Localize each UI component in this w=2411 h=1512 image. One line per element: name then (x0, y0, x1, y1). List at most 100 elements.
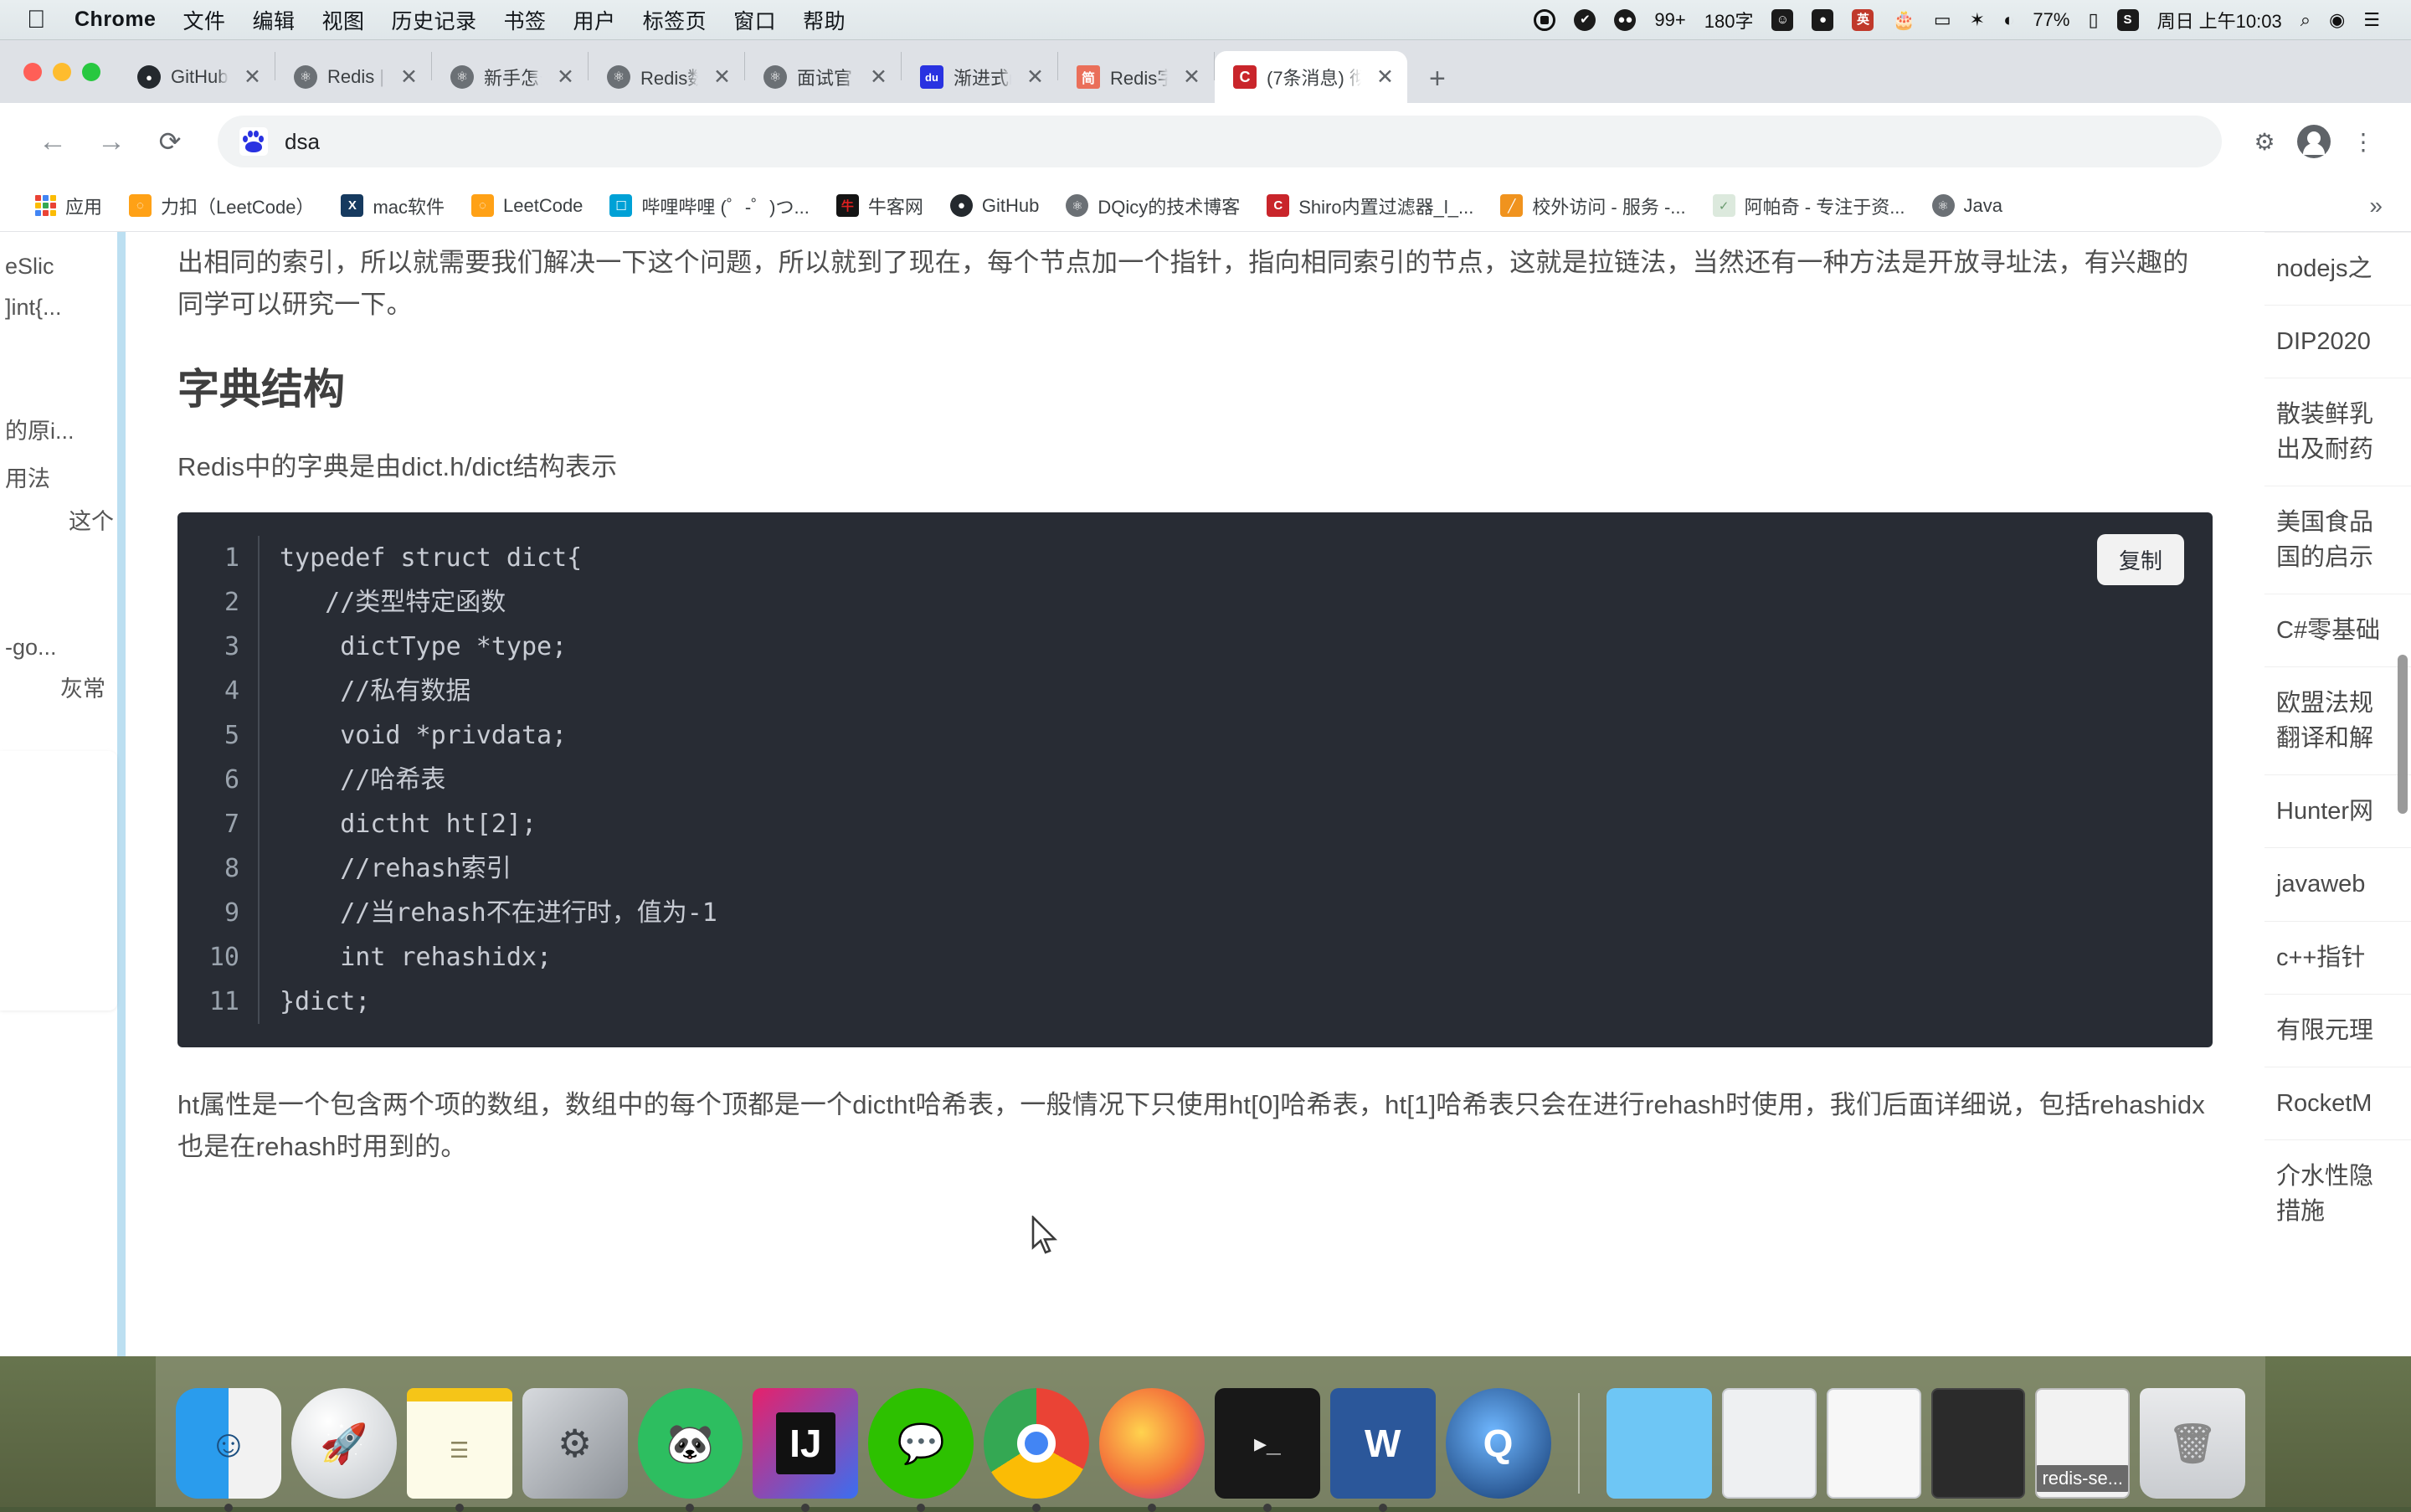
menu-item-tab[interactable]: 标签页 (630, 5, 721, 35)
new-tab-button[interactable]: + (1407, 64, 1468, 93)
sidebar-recommendation[interactable]: 欧盟法规 翻译和解 (2264, 666, 2411, 774)
bookmark-leetcode-cn[interactable]: ◌ 力扣（LeetCode） (116, 193, 327, 219)
dock-app-finder[interactable]: ☺ (176, 1388, 281, 1512)
tab-close-icon[interactable]: ✕ (1371, 66, 1399, 88)
tab-close-icon[interactable]: ✕ (552, 66, 579, 88)
sogou-icon[interactable]: S (2108, 8, 2148, 31)
browser-tab[interactable]: 简 Redis字典的渐进 ✕ (1058, 51, 1214, 103)
bookmark-apps[interactable]: 应用 (22, 193, 116, 219)
bluetooth-icon[interactable]: ✶ (1961, 9, 1994, 31)
browser-tab[interactable]: du 渐进式rehash_百 ✕ (902, 51, 1057, 103)
bookmark-offcampus-access[interactable]: ╱ 校外访问 - 服务 -... (1487, 193, 1699, 219)
forward-button[interactable]: → (82, 126, 141, 158)
browser-tab[interactable]: ⚛ Redis数据库管理 ✕ (589, 51, 744, 103)
menu-app-name[interactable]: Chrome (61, 8, 169, 32)
bookmark-nowcoder[interactable]: 牛 牛客网 (823, 193, 937, 219)
bookmark-leetcode[interactable]: ◌ LeetCode (458, 194, 596, 217)
battery-icon[interactable]: ▯ (2079, 9, 2107, 31)
menu-item-edit[interactable]: 编辑 (239, 5, 308, 35)
sidebar-recommendation[interactable]: javaweb (2264, 847, 2411, 920)
browser-tab-active[interactable]: C (7条消息) 彻底搞 ✕ (1215, 51, 1407, 103)
apple-logo-icon[interactable]:  (23, 7, 61, 33)
tab-close-icon[interactable]: ✕ (1178, 66, 1206, 88)
left-peek-card[interactable] (0, 751, 117, 1011)
sidebar-recommendation[interactable]: 美国食品 国的启示 (2264, 486, 2411, 594)
dock-app-evernote[interactable]: 🐼 (637, 1388, 743, 1512)
sidebar-recommendation[interactable]: c++指针 (2264, 920, 2411, 994)
minimize-window-button[interactable] (53, 62, 71, 81)
dock-minimized-idea-window[interactable] (1930, 1388, 2026, 1499)
evernote-icon[interactable]: 🎂 (1883, 9, 1924, 31)
dock-minimized-finder-window[interactable] (1722, 1388, 1817, 1499)
sidebar-recommendation[interactable]: 介水性隐 措施 (2264, 1139, 2411, 1247)
maximize-window-button[interactable] (82, 62, 100, 81)
profile-avatar[interactable] (2297, 125, 2331, 158)
tab-close-icon[interactable]: ✕ (708, 66, 736, 88)
bookmark-github[interactable]: ● GitHub (937, 194, 1052, 217)
dock-minimized-evernote-window[interactable] (1826, 1388, 1921, 1499)
dock-folder-downloads[interactable] (1606, 1388, 1713, 1499)
sidebar-recommendation[interactable]: RocketM (2264, 1066, 2411, 1139)
browser-tab[interactable]: ⚛ 面试官：redis不 ✕ (745, 51, 901, 103)
close-window-button[interactable] (23, 62, 42, 81)
dock-minimized-terminal-window[interactable]: redis-se... (2035, 1388, 2131, 1499)
dock-app-launchpad[interactable]: 🚀 (290, 1388, 397, 1499)
sidebar-recommendation[interactable]: nodejs之 (2264, 232, 2411, 305)
address-bar[interactable]: dsa (218, 116, 2222, 167)
emoji-icon[interactable]: ☺ (1762, 8, 1802, 31)
input-method-icon[interactable]: 英 (1843, 8, 1883, 31)
wifi-icon[interactable]: ◐ (1994, 9, 2023, 31)
dock-app-intellij-idea[interactable]: IJ (753, 1388, 859, 1512)
menu-item-profiles[interactable]: 用户 (560, 5, 630, 35)
bookmark-dqicy-blog[interactable]: ⚛ DQicy的技术博客 (1052, 193, 1253, 219)
menu-item-bookmarks[interactable]: 书签 (491, 5, 560, 35)
tab-close-icon[interactable]: ✕ (865, 66, 892, 88)
dock-app-google-chrome[interactable] (984, 1388, 1089, 1512)
menu-item-file[interactable]: 文件 (169, 5, 239, 35)
control-center-icon[interactable]: ☰ (2354, 9, 2389, 31)
tab-close-icon[interactable]: ✕ (395, 66, 423, 88)
bookmarks-overflow-icon[interactable]: » (2369, 193, 2389, 219)
sidebar-recommendation[interactable]: 散装鲜乳 出及耐药 (2264, 378, 2411, 486)
page-scrollbar[interactable] (2398, 655, 2408, 814)
dock-app-firefox[interactable] (1099, 1388, 1205, 1512)
dock-app-microsoft-word[interactable]: W (1329, 1388, 1436, 1512)
back-button[interactable]: ← (23, 126, 82, 158)
menu-item-window[interactable]: 窗口 (720, 5, 789, 35)
mic-icon[interactable]: ● (1802, 8, 1843, 31)
dock-app-quicktime[interactable]: Q (1445, 1388, 1551, 1499)
spotlight-search-icon[interactable]: ⌕ (2291, 9, 2320, 31)
dock-app-notes[interactable]: ☰ (406, 1388, 512, 1512)
copy-code-button[interactable]: 复制 (2096, 533, 2184, 585)
notification-count[interactable]: 99+ (1645, 9, 1694, 31)
menu-item-history[interactable]: 历史记录 (378, 5, 491, 35)
tab-close-icon[interactable]: ✕ (239, 66, 266, 88)
siri-icon[interactable]: ◉ (2320, 9, 2354, 31)
bookmark-apache[interactable]: ✓ 阿帕奇 - 专注于资... (1699, 193, 1919, 219)
menu-item-help[interactable]: 帮助 (789, 5, 859, 35)
bookmark-bilibili[interactable]: ☐ 哔哩哔哩 (゜-゜)つ... (596, 193, 822, 219)
bookmark-mac-software[interactable]: X mac软件 (327, 193, 458, 219)
sidebar-recommendation[interactable]: C#零基础 (2264, 594, 2411, 666)
dock-app-terminal[interactable]: ▸_ (1214, 1388, 1320, 1512)
bookmark-shiro-filter[interactable]: C Shiro内置过滤器_l_... (1253, 193, 1487, 219)
browser-tab[interactable]: GitHub - CyC201 ✕ (119, 51, 275, 103)
sidebar-recommendation[interactable]: 有限元理 (2264, 993, 2411, 1067)
browser-tab[interactable]: ⚛ 新手怎么买基金? ✕ (432, 51, 588, 103)
dock-app-wechat[interactable]: 💬 (868, 1388, 974, 1512)
menu-item-view[interactable]: 视图 (309, 5, 378, 35)
screen-record-icon[interactable] (1524, 8, 1565, 31)
menu-bar-clock[interactable]: 周日 上午10:03 (2148, 7, 2291, 33)
checkmark-icon[interactable]: ✔ (1565, 8, 1605, 31)
chrome-menu-icon[interactable]: ⋮ (2339, 128, 2388, 156)
dock-trash[interactable]: 🗑 (2140, 1388, 2245, 1499)
tab-close-icon[interactable]: ✕ (1021, 66, 1049, 88)
wechat-icon[interactable]: ●● (1605, 8, 1645, 31)
bookmark-java[interactable]: ⚛ Java (1919, 194, 2016, 217)
sidebar-recommendation[interactable]: Hunter网 (2264, 774, 2411, 847)
airplay-icon[interactable]: ▭ (1925, 9, 1961, 31)
sidebar-recommendation[interactable]: DIP2020 (2264, 305, 2411, 378)
dock-app-system-preferences[interactable]: ⚙ (522, 1388, 628, 1499)
reload-button[interactable]: ⟳ (141, 126, 199, 157)
browser-tab[interactable]: ⚛ Redis | CS-Notes ✕ (275, 51, 431, 103)
